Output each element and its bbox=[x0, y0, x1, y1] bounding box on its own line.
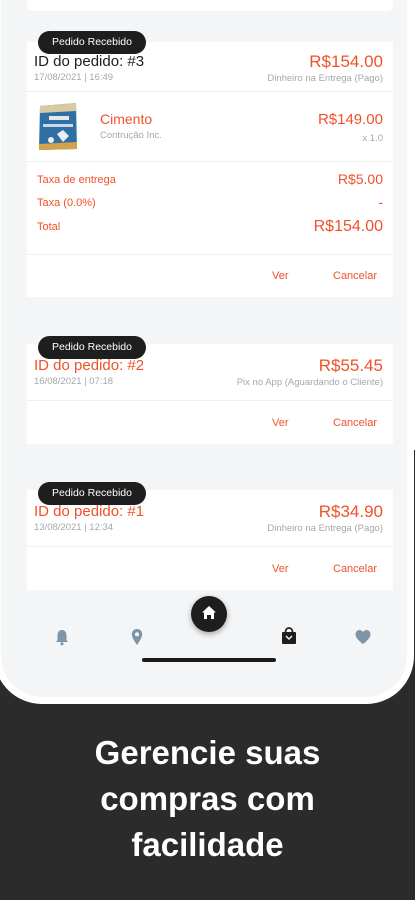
tax-value: - bbox=[378, 194, 383, 210]
order-id: ID do pedido: #1 bbox=[34, 503, 145, 520]
payment-status: Dinheiro na Entrega (Pago) bbox=[267, 523, 383, 534]
tax-label: Taxa (0.0%) bbox=[37, 197, 96, 209]
order-total: R$154.00 bbox=[309, 52, 383, 71]
divider bbox=[27, 254, 393, 255]
divider bbox=[27, 400, 393, 401]
home-indicator bbox=[142, 658, 276, 662]
delivery-fee-value: R$5.00 bbox=[337, 171, 383, 187]
bell-icon[interactable] bbox=[52, 627, 72, 647]
previous-card-edge bbox=[27, 0, 393, 11]
order-date: 17/08/2021 | 16:49 bbox=[34, 72, 114, 83]
order-card-1[interactable]: ID do pedido: #1 13/08/2021 | 12:34 R$34… bbox=[27, 490, 393, 590]
view-order-button[interactable]: Ver bbox=[272, 270, 289, 282]
view-order-button[interactable]: Ver bbox=[272, 417, 289, 429]
order-card-3[interactable]: ID do pedido: #3 17/08/2021 | 16:49 R$15… bbox=[27, 42, 393, 297]
product-name: Cimento bbox=[100, 111, 153, 127]
cancel-order-button[interactable]: Cancelar bbox=[333, 270, 377, 282]
phone-screen: ID do pedido: #3 17/08/2021 | 16:49 R$15… bbox=[0, 0, 414, 704]
product-price: R$149.00 bbox=[317, 111, 383, 128]
delivery-fee-label: Taxa de entrega bbox=[37, 174, 116, 186]
heart-icon[interactable] bbox=[353, 627, 373, 647]
order-id: ID do pedido: #2 bbox=[34, 357, 145, 374]
cement-bag-image bbox=[37, 100, 79, 152]
order-total: R$55.45 bbox=[318, 356, 383, 375]
headline-line-3: facilidade bbox=[131, 826, 284, 863]
divider bbox=[27, 546, 393, 547]
home-button[interactable] bbox=[191, 596, 227, 632]
shopping-bag-icon[interactable] bbox=[279, 626, 299, 646]
status-badge: Pedido Recebido bbox=[38, 31, 146, 54]
payment-status: Dinheiro na Entrega (Pago) bbox=[267, 73, 383, 84]
home-icon bbox=[202, 606, 216, 619]
order-date: 16/08/2021 | 07:18 bbox=[34, 376, 114, 387]
total-label: Total bbox=[37, 221, 61, 233]
view-order-button[interactable]: Ver bbox=[272, 563, 289, 575]
order-card-2[interactable]: ID do pedido: #2 16/08/2021 | 07:18 R$55… bbox=[27, 344, 393, 444]
promo-headline: Gerencie suas compras com facilidade bbox=[0, 730, 415, 868]
order-date: 13/08/2021 | 12:34 bbox=[34, 522, 114, 533]
status-badge: Pedido Recebido bbox=[38, 482, 146, 505]
product-quantity: x 1.0 bbox=[362, 133, 383, 144]
payment-status: Pix no App (Aguardando o Cliente) bbox=[236, 377, 383, 388]
status-badge: Pedido Recebido bbox=[38, 336, 146, 359]
divider bbox=[27, 91, 393, 92]
cancel-order-button[interactable]: Cancelar bbox=[333, 563, 377, 575]
product-brand: Contrução Inc. bbox=[100, 130, 162, 141]
order-total: R$34.90 bbox=[318, 502, 383, 521]
location-pin-icon[interactable] bbox=[127, 627, 147, 647]
headline-line-1: Gerencie suas bbox=[94, 734, 321, 771]
divider bbox=[27, 161, 393, 162]
cancel-order-button[interactable]: Cancelar bbox=[333, 417, 377, 429]
headline-line-2: compras com bbox=[100, 780, 315, 817]
order-id: ID do pedido: #3 bbox=[34, 53, 145, 70]
total-value: R$154.00 bbox=[313, 218, 383, 235]
